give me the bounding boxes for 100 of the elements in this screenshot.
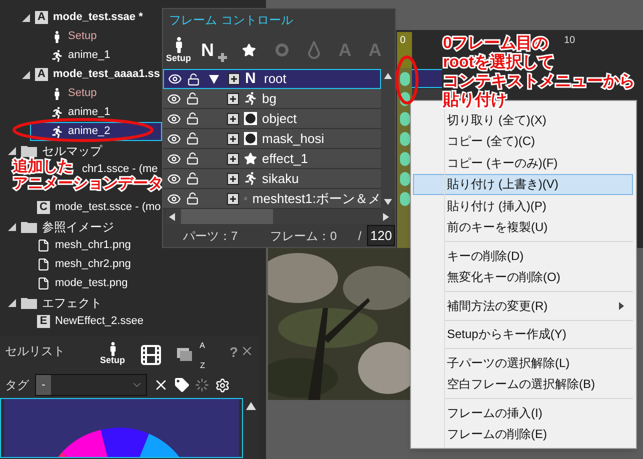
settings-icon[interactable] xyxy=(215,378,230,392)
tree-item[interactable]: Setup xyxy=(30,27,98,46)
scroll-right-icon[interactable] xyxy=(383,212,389,220)
visibility-icon[interactable] xyxy=(167,92,181,106)
menu-item[interactable]: Setupからキー作成(Y) xyxy=(413,324,633,345)
tag-toggle-button[interactable]: - xyxy=(36,375,51,395)
expand-box-icon[interactable] xyxy=(227,172,239,184)
collapse-icon[interactable] xyxy=(8,222,16,230)
part-row[interactable]: bg xyxy=(163,89,381,109)
part-row[interactable]: meshtest1:ボーン＆メ xyxy=(163,189,381,209)
collapse-icon[interactable] xyxy=(22,70,30,78)
end-frame-field[interactable]: 120 xyxy=(367,224,395,246)
part-row[interactable]: mask_hosi xyxy=(163,129,381,149)
collapse-icon[interactable] xyxy=(209,74,219,84)
expand-box-icon[interactable] xyxy=(227,92,239,104)
expand-box-icon[interactable] xyxy=(227,192,239,204)
tag-select[interactable]: - xyxy=(35,374,147,396)
setup-button[interactable]: Setup xyxy=(100,342,126,365)
item-label[interactable]: mode_test_aaaa1.ss xyxy=(53,66,160,83)
menu-item[interactable]: 子パーツの選択解除(L) xyxy=(413,352,633,374)
part-row[interactable]: N root xyxy=(163,69,381,89)
item-label: anime_1 xyxy=(68,48,110,64)
visibility-icon[interactable] xyxy=(167,152,181,166)
item-label: NewEffect_2.ssee xyxy=(55,314,144,330)
item-label: Setup xyxy=(68,86,97,102)
film-icon[interactable] xyxy=(139,342,164,368)
item-label[interactable]: mode_test.ssae * xyxy=(53,9,143,26)
lock-icon[interactable] xyxy=(186,172,199,185)
collapse-icon[interactable] xyxy=(8,298,16,306)
collapse-icon[interactable] xyxy=(8,146,16,154)
timeline-row xyxy=(412,69,442,88)
sparkle-icon[interactable] xyxy=(195,378,209,392)
expand-box-icon[interactable] xyxy=(227,112,239,124)
panel-title: セルリスト xyxy=(5,343,66,360)
plus-icon xyxy=(218,53,228,62)
menu-item[interactable]: 前のキーを複製(U) xyxy=(413,216,633,238)
circle-icon xyxy=(275,43,290,57)
tree-item[interactable]: anime_1 xyxy=(30,46,112,65)
part-name: mask_hosi xyxy=(262,130,324,148)
menu-item[interactable]: フレームの挿入(I) xyxy=(413,402,633,424)
item-label: Setup xyxy=(68,29,97,44)
circle-icon xyxy=(244,132,257,145)
expand-box-icon[interactable] xyxy=(228,73,240,85)
submenu-arrow-icon xyxy=(619,302,624,310)
scroll-up-icon[interactable] xyxy=(384,73,392,79)
expand-box-icon[interactable] xyxy=(227,152,239,164)
lock-icon[interactable] xyxy=(186,92,199,105)
menu-item[interactable]: フレームの削除(E) xyxy=(413,424,633,445)
menu-item[interactable]: 無変化キーの削除(O) xyxy=(413,266,633,288)
menu-item[interactable]: コピー (全て)(C) xyxy=(413,130,633,152)
menu-item[interactable]: キーの削除(D) xyxy=(413,245,633,266)
tree-item[interactable]: Setup xyxy=(30,84,98,103)
horizontal-scrollbar[interactable] xyxy=(166,209,392,224)
menu-item[interactable]: 貼り付け (上書き)(V) xyxy=(413,174,633,195)
tree-item[interactable]: anime_1 xyxy=(30,103,112,122)
visibility-icon[interactable] xyxy=(167,132,181,146)
menu-item[interactable]: 補間方法の変更(R) xyxy=(413,295,633,316)
tree-item[interactable]: mesh_chr2.png xyxy=(0,255,132,274)
tree-item[interactable]: C mode_test.ssce - (mo xyxy=(0,198,162,217)
tree-item[interactable]: mode_test.png xyxy=(0,274,129,293)
part-name: root xyxy=(264,70,286,88)
menu-item[interactable]: 貼り付け (挿入)(P) xyxy=(413,195,633,216)
sort-button[interactable]: A Z xyxy=(177,342,206,370)
scroll-left-icon[interactable] xyxy=(169,212,175,220)
folder-label[interactable]: セルマップ xyxy=(42,142,102,160)
scroll-down-icon[interactable] xyxy=(384,199,392,205)
frame-number: 0 xyxy=(400,34,406,48)
menu-item[interactable]: コピー (キーのみ)(F) xyxy=(413,152,633,174)
menu-item[interactable]: 切り取り (全て)(X) xyxy=(413,109,633,130)
lock-icon[interactable] xyxy=(186,112,199,125)
tag-icon[interactable] xyxy=(175,378,189,392)
visibility-icon[interactable] xyxy=(167,172,181,186)
scroll-up-icon[interactable] xyxy=(246,402,256,410)
visibility-icon[interactable] xyxy=(167,192,181,206)
part-name: meshtest1:ボーン＆メ xyxy=(252,190,381,208)
menu-item[interactable]: 空白フレームの選択解除(B) xyxy=(413,374,633,395)
add-null-button[interactable]: N xyxy=(201,35,228,65)
file-icon xyxy=(37,258,50,271)
annotation-text: 追加した xyxy=(13,158,73,175)
collapse-icon[interactable] xyxy=(22,14,30,22)
running-figure-icon xyxy=(51,50,63,62)
part-row[interactable]: effect_1 xyxy=(163,149,381,169)
help-button[interactable]: ? xyxy=(229,342,238,363)
circle-icon xyxy=(244,112,257,125)
tree-item[interactable]: mesh_chr1.png xyxy=(0,236,132,255)
lock-icon[interactable] xyxy=(186,132,199,145)
lock-icon[interactable] xyxy=(187,72,200,86)
lock-icon[interactable] xyxy=(186,152,199,165)
part-row[interactable]: object xyxy=(163,109,381,129)
part-row[interactable]: sikaku xyxy=(163,169,381,189)
lock-icon[interactable] xyxy=(186,192,199,205)
expand-box-icon[interactable] xyxy=(227,132,239,144)
folder-label[interactable]: エフェクト xyxy=(42,294,102,312)
running-figure-icon xyxy=(51,106,63,118)
visibility-icon[interactable] xyxy=(167,112,181,126)
tree-item[interactable]: E NewEffect_2.ssee xyxy=(0,312,144,331)
folder-label[interactable]: 参照イメージ xyxy=(42,218,114,236)
visibility-icon[interactable] xyxy=(168,72,182,86)
setup-button[interactable]: Setup xyxy=(166,37,192,63)
close-icon[interactable] xyxy=(240,344,254,358)
